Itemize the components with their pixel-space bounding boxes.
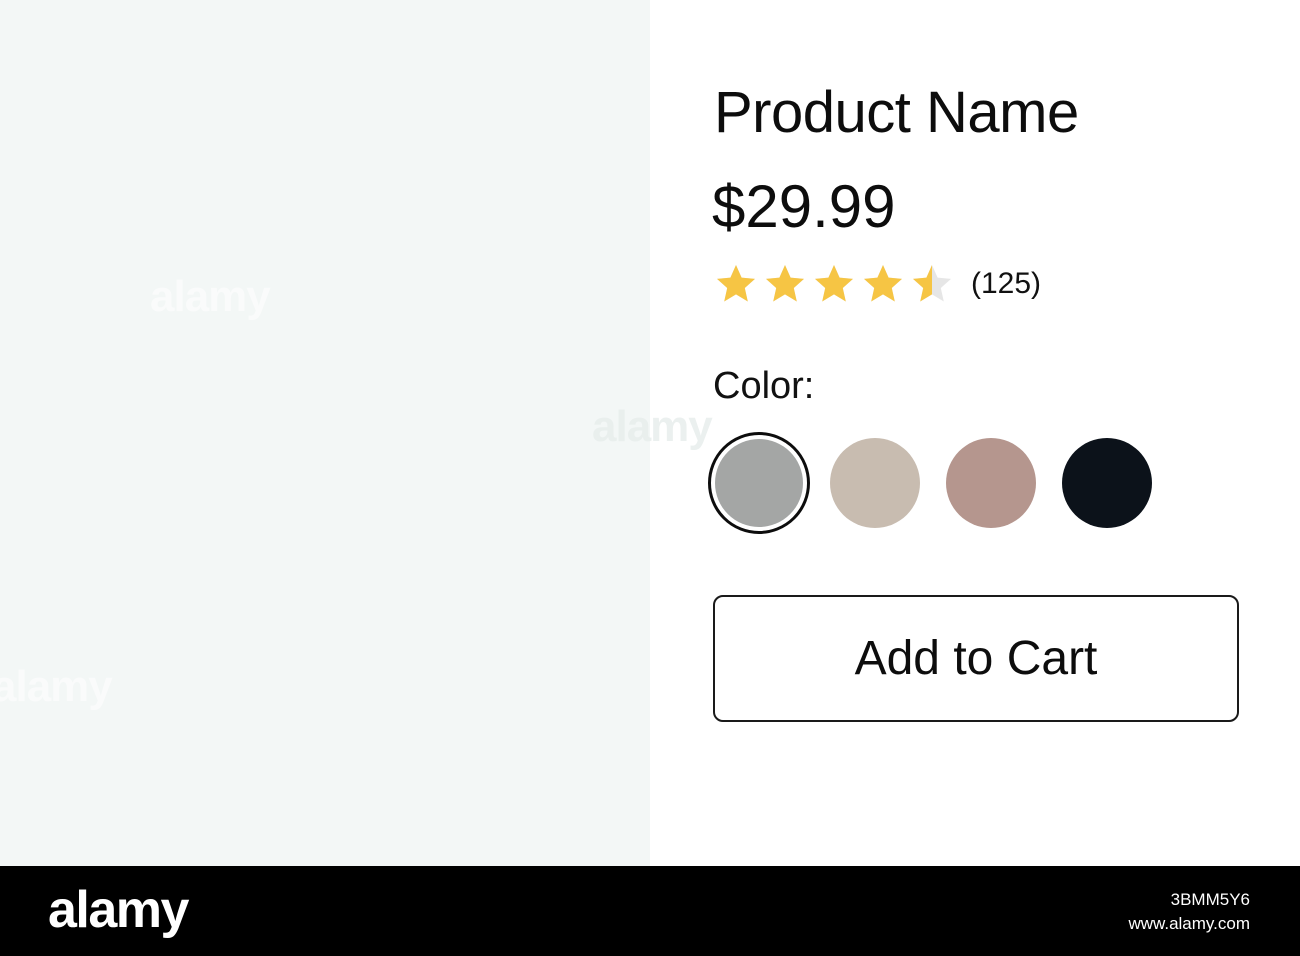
watermark-text: alamy: [150, 272, 271, 321]
color-label: Color:: [713, 365, 815, 407]
watermark-logo: alamy: [48, 881, 189, 939]
star-icon: [861, 262, 905, 306]
watermark-footer: alamy 3BMM5Y6 www.alamy.com: [0, 866, 1300, 956]
star-icon: [763, 262, 807, 306]
color-swatch-mauve[interactable]: [946, 438, 1036, 528]
review-count[interactable]: (125): [971, 262, 1041, 306]
watermark-text: alamy: [0, 662, 113, 711]
site-url: www.alamy.com: [1128, 914, 1250, 933]
product-price: $29.99: [712, 173, 896, 240]
product-title: Product Name: [714, 80, 1079, 145]
watermark-id: 3BMM5Y6 www.alamy.com: [1128, 888, 1250, 936]
product-rating: (125): [714, 262, 1041, 306]
color-swatches: [708, 432, 1178, 534]
star-half-icon: [910, 262, 954, 306]
product-image-placeholder: alamy alamy: [0, 0, 650, 866]
add-to-cart-button[interactable]: Add to Cart: [713, 595, 1239, 722]
star-icon: [714, 262, 758, 306]
color-swatch-gray[interactable]: [708, 432, 810, 534]
image-id: 3BMM5Y6: [1170, 890, 1250, 909]
color-swatch-black[interactable]: [1062, 438, 1152, 528]
star-icon: [812, 262, 856, 306]
color-swatch-beige[interactable]: [830, 438, 920, 528]
product-details-panel: Product Name $29.99 (125) Color: Add to …: [592, 0, 1300, 866]
